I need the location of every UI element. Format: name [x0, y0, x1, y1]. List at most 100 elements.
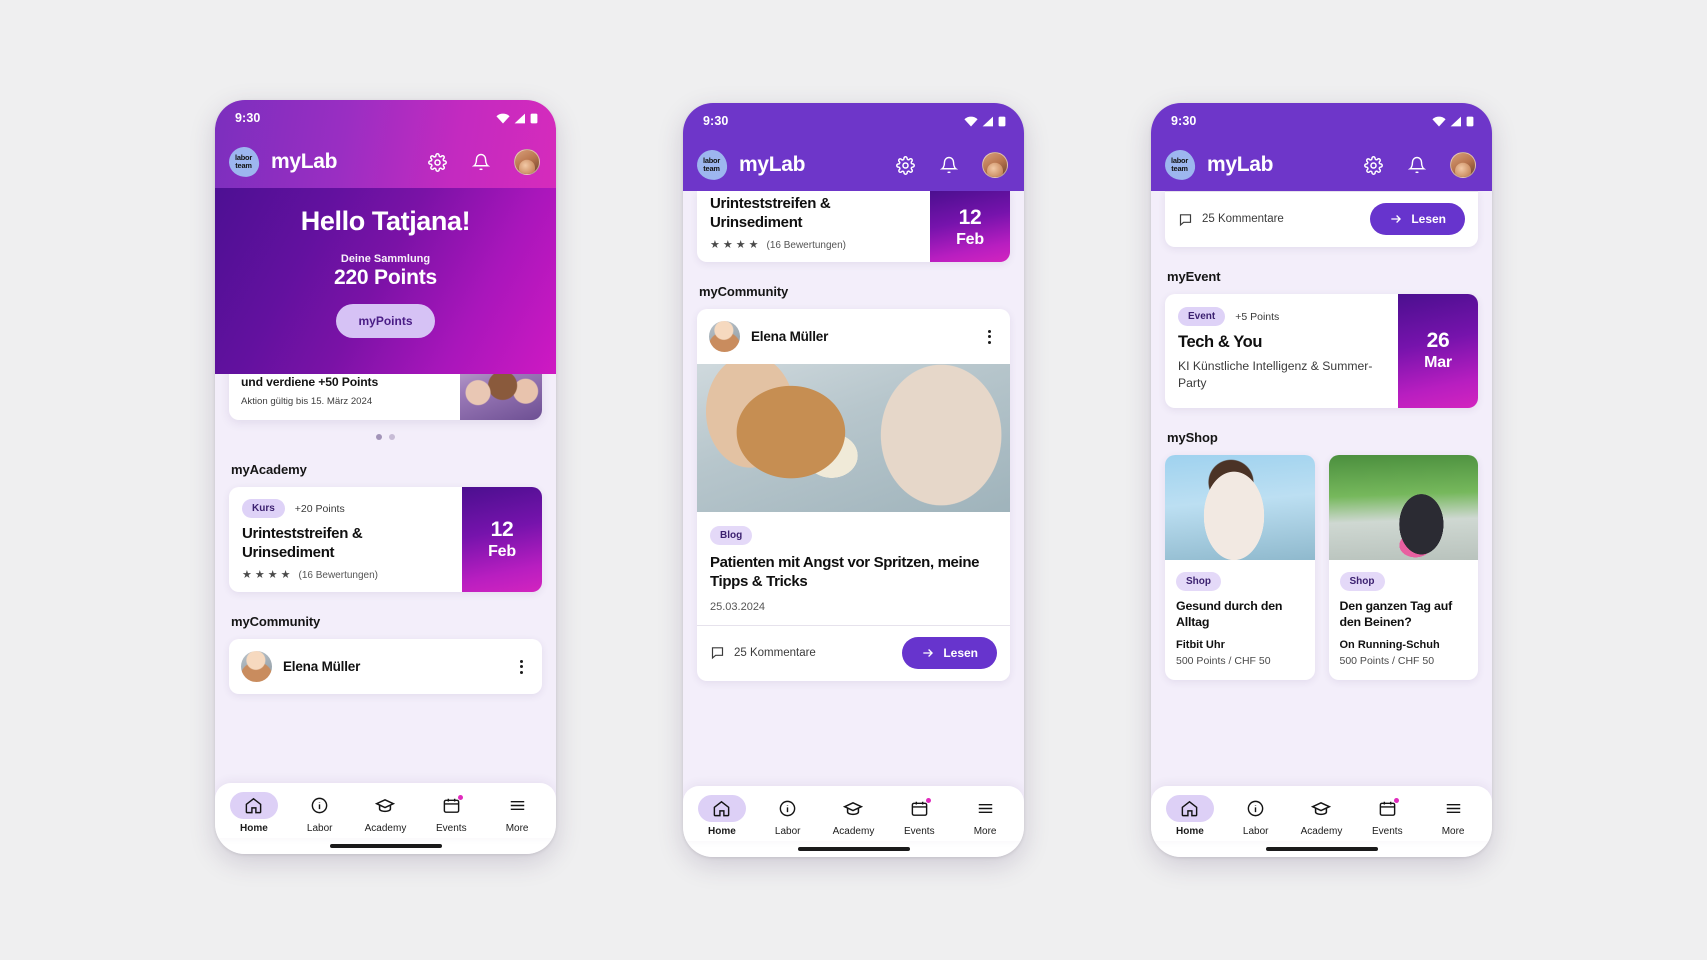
partial-course-title: Urinteststreifen & Urinsediment: [710, 195, 831, 231]
labor-team-logo-icon: labor team: [227, 145, 261, 179]
nav-label-labor: Labor: [306, 823, 333, 834]
post-author-name: Elena Müller: [283, 659, 361, 675]
notifications-button[interactable]: [1404, 152, 1430, 178]
partial-course-rating: ★ ★ ★ ★ (16 Bewertungen): [710, 239, 917, 252]
battery-icon: [530, 113, 538, 123]
phone1-scroll-area[interactable]: Lade deine MPA-Freund*innen ein und verd…: [215, 374, 556, 783]
promo-card[interactable]: Lade deine MPA-Freund*innen ein und verd…: [229, 374, 542, 420]
community-post-card[interactable]: Elena Müller Blog Patienten mit Angst vo…: [697, 309, 1010, 681]
star-icon: ★: [748, 239, 759, 252]
nav-item-events[interactable]: Events: [418, 792, 484, 834]
carousel-dot-1[interactable]: [376, 434, 382, 440]
promo-headline: Lade deine MPA-Freund*innen ein und verd…: [241, 375, 379, 390]
signal-icon: [982, 116, 993, 126]
section-title-event: myEvent: [1167, 269, 1221, 284]
shop-item-price: 500 Points / CHF 50: [1339, 654, 1435, 667]
nav-item-events[interactable]: Events: [1354, 795, 1420, 837]
post-comments[interactable]: 25 Kommentare: [1178, 212, 1284, 227]
nav-pill-more: [493, 792, 541, 819]
shop-item-image: [1165, 454, 1315, 560]
post-options-button[interactable]: [512, 656, 530, 678]
post-options-button[interactable]: [980, 326, 998, 348]
nav-pill-academy: [361, 792, 409, 819]
status-icons: [1432, 116, 1474, 127]
shop-item-product: On Running-Schuh: [1339, 638, 1440, 651]
nav-item-academy[interactable]: Academy: [821, 795, 887, 837]
hamburger-menu-icon: [978, 803, 992, 814]
bottom-navigation[interactable]: Home Labor Academy Events More: [1151, 786, 1492, 841]
nav-item-more[interactable]: More: [952, 795, 1018, 837]
profile-avatar-button[interactable]: [1450, 152, 1476, 178]
signal-icon: [1450, 116, 1461, 126]
nav-pill-labor: [1232, 795, 1280, 822]
event-card[interactable]: Event +5 Points Tech & You KI Künstliche…: [1165, 294, 1478, 408]
bottom-navigation[interactable]: Home Labor Academy Events More: [683, 786, 1024, 841]
nav-item-labor[interactable]: Labor: [755, 795, 821, 837]
shop-item-image: [1328, 454, 1478, 560]
carousel-dots[interactable]: [229, 434, 542, 440]
phone2-scroll-area[interactable]: Urinteststreifen & Urinsediment ★ ★ ★ ★ …: [683, 191, 1024, 786]
home-icon: [714, 800, 730, 817]
partial-course-card[interactable]: Urinteststreifen & Urinsediment ★ ★ ★ ★ …: [697, 191, 1010, 263]
read-button[interactable]: Lesen: [902, 636, 997, 669]
nav-item-academy[interactable]: Academy: [1289, 795, 1355, 837]
academy-icon-wrap: [375, 796, 396, 816]
shop-card[interactable]: Shop Den ganzen Tag auf den Beinen? On R…: [1328, 454, 1478, 680]
section-title-shop: myShop: [1167, 429, 1218, 445]
academy-course-card[interactable]: Kurs +20 Points Urinteststreifen & Urins…: [229, 487, 542, 593]
nav-pill-events: [427, 792, 475, 819]
app-bar: labor team myLab: [683, 139, 1024, 191]
notifications-button[interactable]: [936, 152, 962, 178]
nav-item-events[interactable]: Events: [886, 795, 952, 837]
read-button[interactable]: Lesen: [1370, 203, 1465, 235]
app-title: myLab: [739, 153, 806, 176]
bottom-navigation[interactable]: Home Labor Academy Events More: [215, 783, 556, 838]
carousel-dot-2[interactable]: [389, 434, 395, 440]
profile-avatar-button[interactable]: [982, 152, 1008, 178]
settings-button[interactable]: [424, 149, 450, 175]
nav-item-labor[interactable]: Labor: [287, 792, 353, 834]
nav-label-academy: Academy: [832, 826, 875, 837]
nav-label-labor: Labor: [774, 826, 801, 837]
nav-pill-academy: [829, 795, 877, 822]
shop-item-title: Gesund durch den Alltag: [1176, 598, 1283, 629]
partial-post-card[interactable]: 25 Kommentare Lesen: [1165, 191, 1478, 247]
post-comments[interactable]: 25 Kommentare: [710, 645, 816, 660]
nav-pill-home: [229, 792, 278, 819]
profile-avatar-button[interactable]: [514, 149, 540, 175]
status-time: 9:30: [235, 111, 261, 125]
post-comments-count: 25 Kommentare: [734, 646, 816, 659]
phone3-scroll-area[interactable]: 25 Kommentare Lesen myEvent Event +5 Poi…: [1151, 191, 1492, 786]
course-chip: Kurs: [242, 499, 285, 518]
app-title: myLab: [1207, 153, 1274, 176]
promo-carousel[interactable]: Lade deine MPA-Freund*innen ein und verd…: [215, 374, 556, 440]
notifications-button[interactable]: [468, 149, 494, 175]
nav-item-more[interactable]: More: [1420, 795, 1486, 837]
course-rating: ★ ★ ★ ★ (16 Bewertungen): [242, 570, 449, 582]
nav-item-academy[interactable]: Academy: [353, 792, 419, 834]
mypoints-button[interactable]: myPoints: [336, 304, 435, 338]
events-icon-wrap: [442, 795, 463, 815]
arrow-right-icon: [1391, 215, 1402, 223]
shop-grid: Shop Gesund durch den Alltag Fitbit Uhr …: [1151, 454, 1492, 680]
phone2-top-bar: 9:30 labor team myLab: [683, 103, 1024, 191]
nav-item-home[interactable]: Home: [221, 792, 287, 834]
app-bar: labor team myLab: [215, 136, 556, 188]
phone-mockup-2: 9:30 labor team myLab Urinteststreifen &…: [683, 103, 1024, 857]
nav-pill-academy: [1297, 795, 1345, 822]
nav-item-labor[interactable]: Labor: [1223, 795, 1289, 837]
course-date-badge: 12 Feb: [462, 487, 542, 593]
post-date: 25.03.2024: [710, 600, 766, 613]
nav-pill-home: [697, 795, 746, 822]
shop-card[interactable]: Shop Gesund durch den Alltag Fitbit Uhr …: [1165, 454, 1315, 680]
nav-item-home[interactable]: Home: [689, 795, 755, 837]
gear-icon: [427, 152, 447, 172]
settings-button[interactable]: [892, 152, 918, 178]
event-date-badge: 26 Mar: [1398, 294, 1478, 408]
settings-button[interactable]: [1360, 152, 1386, 178]
community-post-card[interactable]: Elena Müller: [229, 639, 542, 695]
partial-post-footer: 25 Kommentare Lesen: [1165, 191, 1478, 247]
nav-label-more: More: [505, 823, 529, 834]
nav-item-more[interactable]: More: [484, 792, 550, 834]
nav-item-home[interactable]: Home: [1157, 795, 1223, 837]
